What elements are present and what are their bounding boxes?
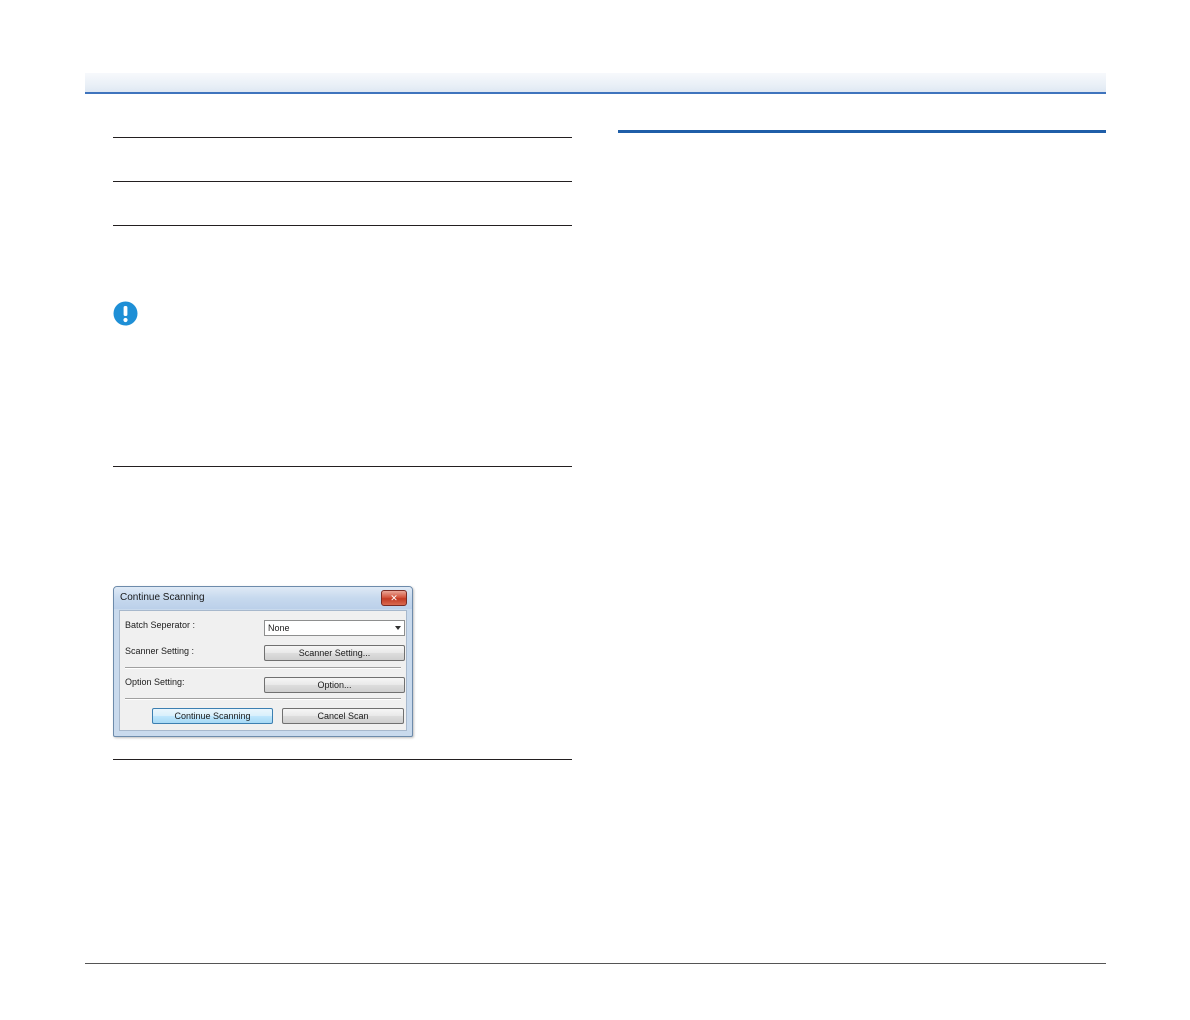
scanner-setting-label: Scanner Setting : <box>125 646 195 656</box>
section-divider <box>113 759 572 760</box>
page-footer-rule <box>85 963 1106 964</box>
dialog-separator <box>125 667 401 669</box>
close-button[interactable]: ✕ <box>381 590 407 606</box>
batch-separator-label: Batch Seperator : <box>125 620 196 630</box>
dialog-separator <box>125 698 401 700</box>
batch-separator-value: None <box>268 623 290 633</box>
dialog-body: Batch Seperator : None Scanner Setting :… <box>119 610 407 731</box>
continue-scanning-dialog: Continue Scanning ✕ Batch Seperator : No… <box>113 586 413 737</box>
section-divider <box>113 137 572 138</box>
option-button[interactable]: Option... <box>264 677 405 693</box>
page-header-band <box>85 73 1106 94</box>
section-heading-rule <box>618 130 1106 133</box>
batch-separator-select[interactable]: None <box>264 620 405 636</box>
option-setting-label: Option Setting: <box>125 677 185 687</box>
dialog-titlebar: Continue Scanning ✕ <box>114 587 412 609</box>
close-icon: ✕ <box>390 592 398 603</box>
dialog-title: Continue Scanning <box>120 592 205 603</box>
section-divider <box>113 225 572 226</box>
cancel-scan-button[interactable]: Cancel Scan <box>282 708 404 724</box>
continue-scanning-button[interactable]: Continue Scanning <box>152 708 273 724</box>
section-divider <box>113 181 572 182</box>
chevron-down-icon <box>395 626 401 630</box>
caution-icon <box>113 301 138 326</box>
scanner-setting-button[interactable]: Scanner Setting... <box>264 645 405 661</box>
section-divider <box>113 466 572 467</box>
